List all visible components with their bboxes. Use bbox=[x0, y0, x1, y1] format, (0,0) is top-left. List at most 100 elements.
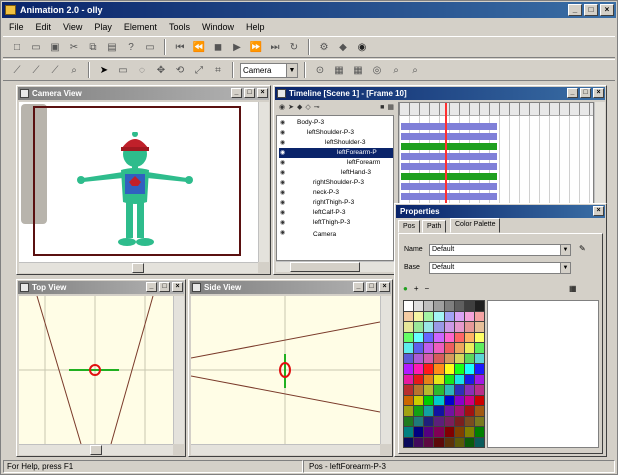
color-swatch[interactable] bbox=[444, 353, 454, 363]
chevron-down-icon[interactable]: ▼ bbox=[560, 245, 570, 255]
color-swatch[interactable] bbox=[474, 395, 484, 405]
color-swatch[interactable] bbox=[464, 416, 474, 426]
play-icon[interactable]: ▶ bbox=[229, 39, 245, 55]
color-swatch[interactable] bbox=[404, 437, 414, 447]
tree-item-selected[interactable]: leftForearm-P bbox=[279, 148, 393, 158]
color-swatch[interactable] bbox=[474, 374, 484, 384]
skin-tool-icon[interactable]: ⟋ bbox=[47, 62, 63, 78]
color-swatch[interactable] bbox=[474, 385, 484, 395]
color-swatch[interactable] bbox=[414, 437, 424, 447]
color-swatch[interactable] bbox=[434, 332, 444, 342]
color-swatch[interactable] bbox=[414, 301, 424, 311]
color-swatch[interactable] bbox=[404, 395, 414, 405]
color-swatch[interactable] bbox=[474, 416, 484, 426]
color-swatch[interactable] bbox=[464, 343, 474, 353]
character-figure[interactable] bbox=[71, 132, 201, 252]
camera-minimize-button[interactable]: _ bbox=[231, 88, 242, 98]
side-maximize-button[interactable]: □ bbox=[366, 282, 377, 292]
color-swatch[interactable] bbox=[414, 385, 424, 395]
color-swatch[interactable] bbox=[424, 353, 434, 363]
camera-icon[interactable]: ◉ bbox=[354, 39, 370, 55]
pick-color-icon[interactable]: ✎ bbox=[579, 244, 586, 253]
paste-icon[interactable]: ▤ bbox=[104, 39, 120, 55]
tree-item[interactable]: Body-P-3 bbox=[297, 118, 324, 128]
settings-icon[interactable]: ⚙ bbox=[316, 39, 332, 55]
menu-file[interactable]: File bbox=[3, 19, 30, 35]
color-swatch[interactable] bbox=[404, 385, 414, 395]
next-frame-icon[interactable]: ⏩ bbox=[248, 39, 264, 55]
color-swatch[interactable] bbox=[454, 364, 464, 374]
move-icon[interactable]: ✥ bbox=[153, 62, 169, 78]
copy-icon[interactable]: ⧉ bbox=[85, 39, 101, 55]
camera-hscroll[interactable] bbox=[19, 262, 258, 273]
track-bar[interactable] bbox=[401, 143, 497, 150]
color-swatch[interactable] bbox=[404, 301, 414, 311]
color-swatch[interactable] bbox=[454, 395, 464, 405]
timeline-minimize-button[interactable]: _ bbox=[567, 88, 578, 98]
color-swatch[interactable] bbox=[414, 364, 424, 374]
color-swatch[interactable] bbox=[414, 374, 424, 384]
color-swatch[interactable] bbox=[434, 427, 444, 437]
top-vscroll[interactable] bbox=[173, 296, 184, 444]
color-swatch[interactable] bbox=[444, 395, 454, 405]
track-bar[interactable] bbox=[401, 163, 497, 170]
color-swatch[interactable] bbox=[454, 343, 464, 353]
menu-view[interactable]: View bbox=[57, 19, 88, 35]
view-lights-icon[interactable]: ▦ bbox=[350, 62, 366, 78]
color-swatch[interactable] bbox=[464, 406, 474, 416]
side-close-button[interactable]: × bbox=[379, 282, 390, 292]
color-swatch[interactable] bbox=[434, 385, 444, 395]
color-swatch[interactable] bbox=[424, 437, 434, 447]
chevron-down-icon[interactable]: ▼ bbox=[286, 63, 297, 77]
top-close-button[interactable]: × bbox=[172, 282, 183, 292]
color-swatch[interactable] bbox=[454, 311, 464, 321]
color-swatch[interactable] bbox=[424, 364, 434, 374]
color-swatch[interactable] bbox=[414, 332, 424, 342]
color-swatch[interactable] bbox=[464, 301, 474, 311]
top-hscroll-thumb[interactable] bbox=[90, 445, 102, 455]
rotate-icon[interactable]: ⟲ bbox=[172, 62, 188, 78]
color-swatch[interactable] bbox=[424, 311, 434, 321]
color-swatch[interactable] bbox=[474, 364, 484, 374]
color-swatch[interactable] bbox=[414, 406, 424, 416]
color-swatch[interactable] bbox=[474, 322, 484, 332]
color-palette-grid[interactable] bbox=[403, 300, 485, 448]
color-swatch[interactable] bbox=[434, 395, 444, 405]
top-hscroll[interactable] bbox=[19, 444, 173, 455]
stop-icon[interactable]: ◼ bbox=[210, 39, 226, 55]
last-frame-icon[interactable]: ⏭ bbox=[267, 39, 283, 55]
color-swatch[interactable] bbox=[434, 416, 444, 426]
color-swatch[interactable] bbox=[434, 343, 444, 353]
maximize-button[interactable]: □ bbox=[584, 4, 598, 16]
tab-pos[interactable]: Pos bbox=[398, 220, 421, 233]
menu-edit[interactable]: Edit bbox=[30, 19, 58, 35]
add-color-icon[interactable]: + bbox=[414, 284, 419, 293]
color-swatch[interactable] bbox=[424, 374, 434, 384]
color-swatch[interactable] bbox=[404, 427, 414, 437]
eye-icon[interactable]: ◉ bbox=[279, 102, 285, 114]
color-swatch[interactable] bbox=[474, 311, 484, 321]
lock-icon[interactable]: ■ bbox=[380, 102, 384, 114]
color-swatch[interactable] bbox=[414, 343, 424, 353]
timeline-maximize-button[interactable]: □ bbox=[580, 88, 591, 98]
color-swatch[interactable] bbox=[444, 437, 454, 447]
magnify-tool-icon[interactable]: ⌕ bbox=[66, 62, 82, 78]
color-swatch[interactable] bbox=[454, 416, 464, 426]
color-swatch[interactable] bbox=[464, 322, 474, 332]
tree-item[interactable]: leftHand-3 bbox=[341, 168, 371, 178]
side-vscroll[interactable] bbox=[380, 296, 391, 444]
new-icon[interactable]: □ bbox=[9, 39, 25, 55]
tree-item[interactable]: rightThigh-P-3 bbox=[313, 198, 354, 208]
open-icon[interactable]: ▭ bbox=[28, 39, 44, 55]
color-swatch[interactable] bbox=[424, 395, 434, 405]
top-viewport[interactable] bbox=[19, 296, 173, 444]
first-frame-icon[interactable]: ⏮ bbox=[172, 39, 188, 55]
color-swatch[interactable] bbox=[444, 416, 454, 426]
name-field[interactable]: Default ▼ bbox=[429, 244, 571, 256]
color-swatch[interactable] bbox=[474, 406, 484, 416]
color-swatch[interactable] bbox=[444, 301, 454, 311]
tree-item[interactable]: Camera bbox=[313, 230, 336, 240]
color-swatch[interactable] bbox=[464, 364, 474, 374]
timeline-close-button[interactable]: × bbox=[593, 88, 604, 98]
menu-element[interactable]: Element bbox=[118, 19, 163, 35]
